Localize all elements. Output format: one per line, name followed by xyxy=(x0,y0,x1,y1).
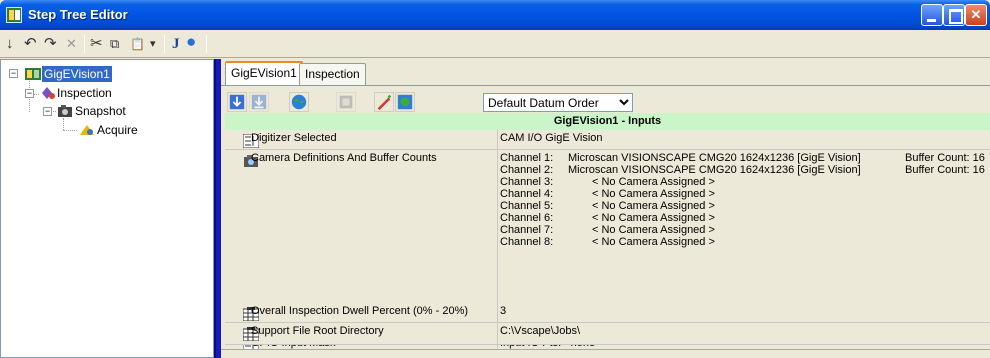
down-arrow-icon[interactable]: ↓ xyxy=(6,36,14,52)
channel-buffer-count: Buffer Count: 16 xyxy=(905,152,985,164)
camera-icon xyxy=(58,105,72,117)
collapse-icon[interactable]: − xyxy=(25,89,34,98)
copy-icon[interactable]: ⧉ xyxy=(110,36,119,52)
tree-node-gigevision1[interactable]: − GigEVision1 xyxy=(1,66,201,82)
close-button[interactable]: ✕ xyxy=(965,4,987,26)
gige-device-icon xyxy=(25,68,41,80)
main-toolbar: ↓ ↶ ↷ ✕ ✂ ⧉ 📋 ▾ J ● xyxy=(0,30,990,58)
channel-unassigned: < No Camera Assigned > xyxy=(592,236,715,248)
app-icon xyxy=(6,7,22,23)
property-value: C:\Vscape\Jobs\ xyxy=(500,325,581,337)
refresh-globe-icon[interactable] xyxy=(395,92,415,112)
title-bar: Step Tree Editor ✕ xyxy=(0,0,990,30)
properties-panel: GigEVision1 Inspection Default Datum Ord… xyxy=(221,59,990,358)
panel-splitter[interactable] xyxy=(214,59,221,358)
collapse-icon[interactable]: − xyxy=(43,107,52,116)
tab-gigevision1[interactable]: GigEVision1 xyxy=(225,61,303,85)
tree-node-acquire[interactable]: Acquire xyxy=(1,122,201,138)
property-name: Camera Definitions And Buffer Counts xyxy=(251,152,437,164)
channel-unassigned: < No Camera Assigned > xyxy=(592,212,715,224)
channel-label: Channel 6: xyxy=(500,212,554,224)
channel-unassigned: < No Camera Assigned > xyxy=(592,224,715,236)
datum-order-select[interactable]: Default Datum Order xyxy=(483,93,633,112)
channel-label: Channel 5: xyxy=(500,200,554,212)
property-value: CAM I/O GigE Vision xyxy=(500,132,603,144)
toolbar-separator xyxy=(84,35,85,53)
maximize-button[interactable] xyxy=(943,4,965,26)
inspection-icon xyxy=(42,87,55,99)
collapse-icon[interactable]: − xyxy=(9,69,18,78)
property-row-dwell[interactable]: Overall Inspection Dwell Percent (0% - 2… xyxy=(225,303,990,323)
move-bottom-icon[interactable] xyxy=(249,92,269,112)
tree-node-snapshot[interactable]: − Snapshot xyxy=(1,103,201,119)
property-name: Digitizer Selected xyxy=(251,132,337,144)
window-title: Step Tree Editor xyxy=(28,7,128,22)
cut-icon[interactable]: ✂ xyxy=(90,36,103,52)
channel-label: Channel 1: xyxy=(500,152,554,164)
toolbar-separator xyxy=(206,35,207,53)
globe-network-icon[interactable] xyxy=(289,92,309,112)
property-value-cell[interactable]: C:\Vscape\Jobs\ xyxy=(497,323,990,344)
step-tree: − GigEVision1 − Inspection − Snapshot Ac… xyxy=(0,59,214,358)
tree-label: Snapshot xyxy=(75,104,126,118)
delete-icon[interactable]: ✕ xyxy=(66,36,77,52)
tree-label: Inspection xyxy=(57,86,112,100)
panel-footer xyxy=(221,349,990,358)
channel-unassigned: < No Camera Assigned > xyxy=(592,200,715,212)
acquire-icon xyxy=(80,125,94,135)
redo-icon[interactable]: ↷ xyxy=(44,36,57,52)
channel-label: Channel 3: xyxy=(500,176,554,188)
channel-unassigned: < No Camera Assigned > xyxy=(592,188,715,200)
tree-label: GigEVision1 xyxy=(42,66,112,82)
channel-camera: Microscan VISIONSCAPE CMG20 1624x1236 [G… xyxy=(568,152,861,164)
tab-inspection[interactable]: Inspection xyxy=(299,63,366,85)
dropdown-arrow-icon[interactable]: ▾ xyxy=(150,36,156,52)
property-value-cell[interactable]: 3 xyxy=(497,303,990,322)
section-header: GigEVision1 - Inputs xyxy=(225,113,990,130)
channel-buffer-count: Buffer Count: 16 xyxy=(905,164,985,176)
globe-icon[interactable]: ● xyxy=(186,33,196,50)
properties-icon[interactable] xyxy=(336,92,356,112)
channel-label: Channel 8: xyxy=(500,236,554,248)
property-name: Overall Inspection Dwell Percent (0% - 2… xyxy=(251,305,469,317)
edit-pen-icon[interactable] xyxy=(374,92,394,112)
undo-icon[interactable]: ↶ xyxy=(24,36,37,52)
property-name: Support File Root Directory xyxy=(251,325,384,337)
property-row-digitizer[interactable]: Digitizer Selected CAM I/O GigE Vision xyxy=(225,130,990,150)
paste-icon[interactable]: 📋 xyxy=(130,36,145,52)
property-value: 3 xyxy=(500,305,507,317)
channel-label: Channel 2: xyxy=(500,164,554,176)
tree-label: Acquire xyxy=(97,123,138,137)
property-row-support-dir[interactable]: Support File Root Directory C:\Vscape\Jo… xyxy=(225,323,990,345)
channel-label: Channel 7: xyxy=(500,224,554,236)
move-down-icon[interactable] xyxy=(227,92,247,112)
channel-label: Channel 4: xyxy=(500,188,554,200)
minimize-button[interactable] xyxy=(921,4,943,26)
toolbar-separator xyxy=(164,35,165,53)
property-value-cell[interactable]: CAM I/O GigE Vision xyxy=(497,130,990,149)
tree-node-inspection[interactable]: − Inspection xyxy=(1,85,201,101)
channel-unassigned: < No Camera Assigned > xyxy=(592,176,715,188)
channel-camera: Microscan VISIONSCAPE CMG20 1624x1236 [G… xyxy=(568,164,861,176)
java-icon[interactable]: J xyxy=(172,36,180,52)
